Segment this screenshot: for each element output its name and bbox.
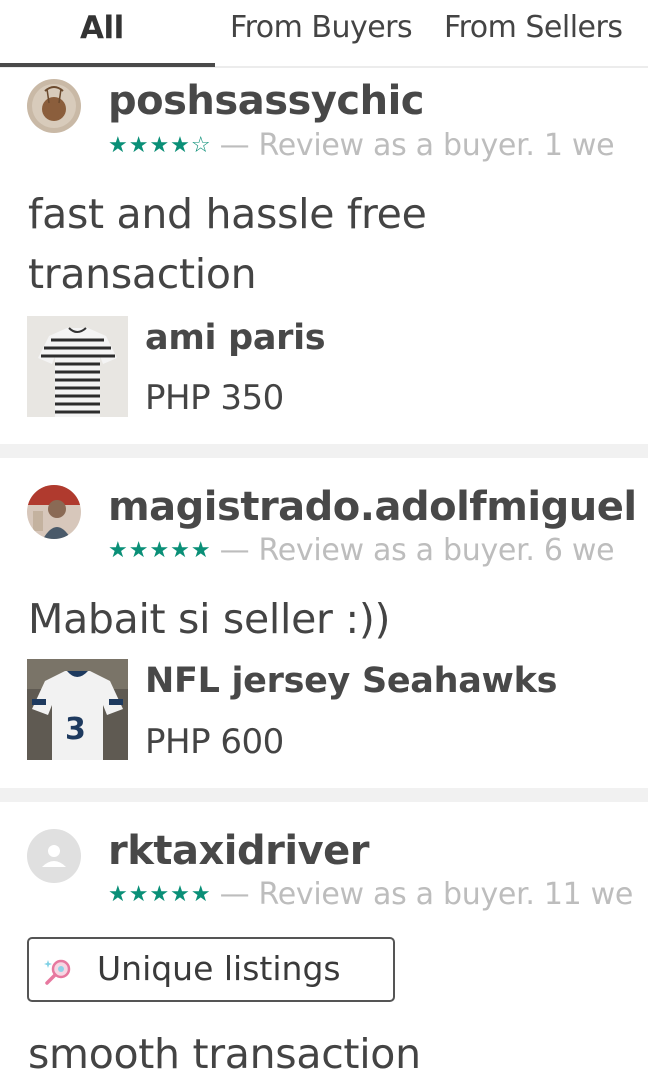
avatar[interactable] <box>27 829 81 883</box>
review-card: magistrado.adolfmiguel ★★★★★ — Review as … <box>0 458 648 788</box>
review-meta-text: — Review as a buyer. 11 we <box>219 877 634 912</box>
item-name[interactable]: ami paris <box>145 318 326 358</box>
review-meta: ★★★★★ — Review as a buyer. 11 we <box>108 877 633 912</box>
star-rating-icon: ★★★★★ <box>108 882 212 907</box>
review-comment: Mabait si seller :)) <box>28 589 391 649</box>
review-card: poshsassychic ★★★★☆ — Review as a buyer. … <box>0 70 648 444</box>
star-rating-icon: ★★★★☆ <box>108 133 212 158</box>
tab-from-sellers[interactable]: From Sellers <box>444 10 623 45</box>
item-name[interactable]: NFL jersey Seahawks <box>145 661 557 701</box>
default-avatar-icon <box>27 829 81 883</box>
item-thumbnail[interactable] <box>27 316 128 417</box>
review-meta-text: — Review as a buyer. 6 we <box>219 533 615 568</box>
reviewer-username[interactable]: rktaxidriver <box>108 828 369 874</box>
review-tabs: All From Buyers From Sellers <box>0 0 648 68</box>
reviewer-username[interactable]: poshsassychic <box>108 78 425 124</box>
jersey-icon: 3 <box>27 659 128 760</box>
svg-text:3: 3 <box>65 712 86 747</box>
badge-label: Unique listings <box>97 949 341 988</box>
review-comment: fast and hassle free transaction <box>28 184 427 304</box>
item-thumbnail[interactable]: 3 <box>27 659 128 760</box>
section-divider <box>0 444 648 458</box>
review-comment-line: transaction <box>28 250 257 298</box>
review-meta-text: — Review as a buyer. 1 we <box>219 128 615 163</box>
magnifier-sparkle-icon <box>44 959 71 985</box>
section-divider <box>0 788 648 802</box>
review-card: rktaxidriver ★★★★★ — Review as a buyer. 1… <box>0 802 648 1080</box>
review-meta: ★★★★★ — Review as a buyer. 6 we <box>108 533 615 568</box>
tab-from-buyers[interactable]: From Buyers <box>230 10 413 45</box>
review-comment-line: smooth transaction <box>28 1030 421 1078</box>
item-price: PHP 600 <box>145 722 284 762</box>
active-tab-indicator <box>0 63 215 67</box>
avatar[interactable] <box>27 79 81 133</box>
review-meta: ★★★★☆ — Review as a buyer. 1 we <box>108 128 615 163</box>
review-comment: smooth transaction <box>28 1024 421 1080</box>
avatar[interactable] <box>27 485 81 539</box>
review-comment-line: fast and hassle free <box>28 190 427 238</box>
star-rating-icon: ★★★★★ <box>108 538 212 563</box>
unique-listings-badge[interactable]: Unique listings <box>27 937 395 1002</box>
reviewer-username[interactable]: magistrado.adolfmiguel <box>108 484 637 530</box>
review-comment-line: Mabait si seller :)) <box>28 595 391 643</box>
item-price: PHP 350 <box>145 378 284 418</box>
striped-shirt-icon <box>27 316 128 417</box>
tab-all[interactable]: All <box>80 10 124 46</box>
